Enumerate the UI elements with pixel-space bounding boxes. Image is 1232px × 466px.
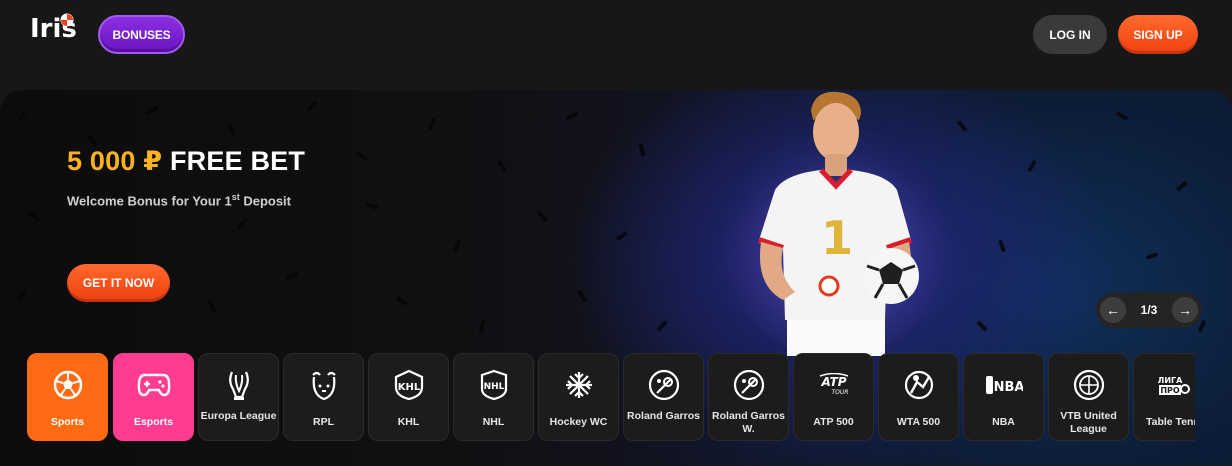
vtb-league-icon [1073,369,1104,401]
promo-subtitle: Welcome Bonus for Your 1st Deposit [67,192,292,209]
svg-text:ПРО: ПРО [1160,386,1180,395]
roland-garros-icon [648,369,679,401]
atp-tour-icon: ATPTOUR [819,373,848,396]
roland-garros-w-icon [733,369,764,401]
arrow-left-icon[interactable]: ← [1100,297,1126,323]
category-label: ATP 500 [813,416,854,428]
hockey-wc-icon [565,372,592,398]
site-header: Iris BONUSES LOG IN SIGN UP [0,0,1232,80]
category-tile-wta-500[interactable]: WTA 500 [878,353,959,441]
category-tile-vtb-united-league[interactable]: VTB United League [1048,353,1129,441]
category-strip: Sports Esports Europa League RPL KHL KHL… [27,353,1195,441]
category-label: Table Tennis [1146,416,1195,428]
svg-text:1: 1 [821,211,853,265]
promo-headline: 5 000 ₽ FREE BET [67,146,305,177]
nba-icon: NBA [985,376,1023,395]
category-label: Esports [133,416,174,428]
category-tile-roland-garros-w[interactable]: Roland Garros W. [708,353,789,441]
svg-text:KHL: KHL [397,382,420,393]
bonuses-button[interactable]: BONUSES [98,15,185,54]
nhl-icon: NHL [480,369,507,401]
category-label: Sports [50,416,85,428]
football-player-illustration: 1 [725,91,945,356]
category-tile-atp-500[interactable]: ATP TOUR ATP 500 [793,353,874,441]
lollipop-icon [60,13,74,27]
wta-icon [904,370,933,400]
category-label: Roland Garros [627,410,700,422]
category-tile-nhl[interactable]: NHL NHL [453,353,534,441]
category-label: Roland Garros W. [712,410,785,435]
europa-league-icon [228,371,249,400]
category-label: VTB United League [1060,410,1117,435]
category-tile-esports[interactable]: Esports [113,353,194,441]
category-label: NHL [482,416,505,428]
gamepad-icon [137,373,170,397]
category-label: Hockey WC [549,416,608,428]
category-tile-europa-league[interactable]: Europa League [198,353,279,441]
category-label: WTA 500 [896,416,941,428]
get-it-now-button[interactable]: GET IT NOW [67,264,170,302]
category-label: RPL [313,416,334,428]
category-tile-table-tennis[interactable]: ЛИГАПРО Table Tennis [1133,353,1195,441]
svg-text:ЛИГА: ЛИГА [1157,376,1182,385]
soccer-ball-icon [53,370,82,400]
category-tile-rpl[interactable]: RPL [283,353,364,441]
svg-text:NBA: NBA [993,380,1022,395]
iris-logo[interactable]: Iris [30,13,77,42]
category-tile-roland-garros[interactable]: Roland Garros [623,353,704,441]
category-tile-nba[interactable]: NBA NBA [963,353,1044,441]
category-tile-hockey-wc[interactable]: Hockey WC [538,353,619,441]
category-tile-sports[interactable]: Sports [27,353,108,441]
svg-text:TOUR: TOUR [831,389,848,396]
signup-button[interactable]: SIGN UP [1118,15,1198,54]
free-bet-text: FREE BET [169,146,306,176]
liga-pro-icon: ЛИГАПРО [1157,376,1190,395]
khl-icon: KHL [394,369,423,401]
svg-text:ATP: ATP [820,375,846,389]
svg-text:NHL: NHL [483,382,504,392]
category-label: Europa League [200,410,277,422]
arrow-right-icon[interactable]: → [1172,297,1198,323]
rpl-icon [311,371,336,401]
login-button[interactable]: LOG IN [1033,15,1107,54]
category-tile-khl[interactable]: KHL KHL [368,353,449,441]
category-label: NBA [992,416,1015,428]
slide-counter: 1/3 [1140,303,1158,317]
category-label: KHL [397,416,420,428]
banner-pager: ← 1/3 → [1096,292,1202,328]
bonus-amount: 5 000 ₽ [67,146,163,176]
